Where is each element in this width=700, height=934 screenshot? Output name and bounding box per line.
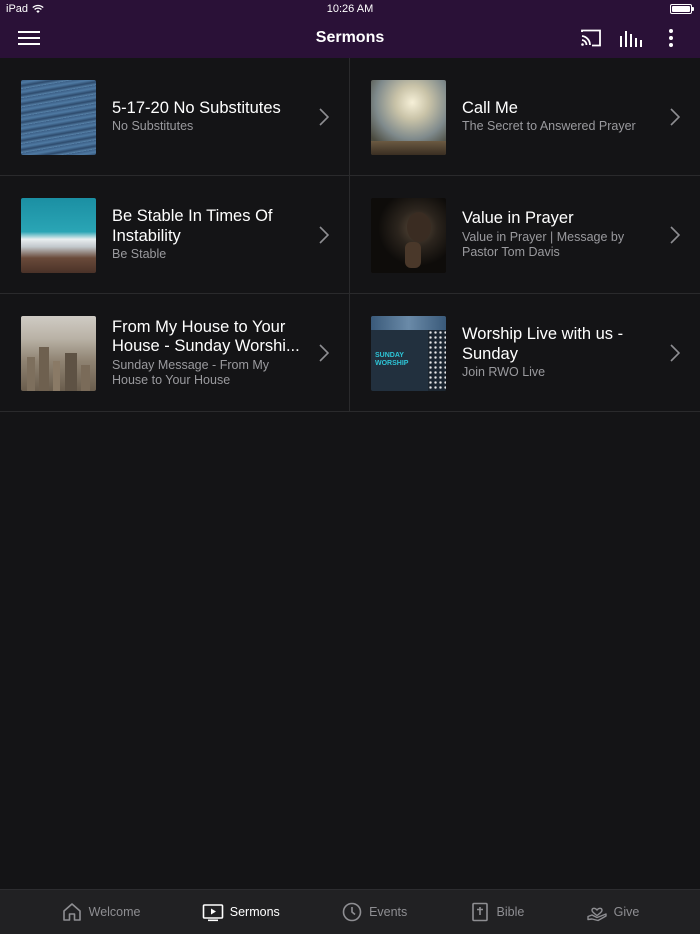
tab-bar: Welcome Sermons Events Bible Give — [0, 889, 700, 934]
sermon-thumbnail-praying — [371, 198, 446, 273]
thumbnail-caption: SUNDAY WORSHIP — [375, 352, 409, 367]
sermon-title: From My House to Your House - Sunday Wor… — [112, 317, 300, 356]
sermon-title: Worship Live with us - Sunday — [462, 325, 624, 363]
tab-bible[interactable]: Bible — [469, 901, 525, 923]
chevron-right-icon — [670, 226, 680, 244]
tab-label: Welcome — [88, 905, 141, 919]
sermon-title: Be Stable In Times Of Instability — [112, 207, 273, 245]
sermon-subtitle: No Substitutes — [112, 119, 194, 134]
sermon-title: Call Me — [462, 98, 518, 117]
chevron-right-icon — [319, 344, 329, 362]
sermon-title: Value in Prayer — [462, 209, 574, 228]
battery-icon — [670, 4, 694, 14]
sermon-subtitle: Be Stable — [112, 247, 167, 261]
tab-label: Give — [613, 905, 640, 919]
chevron-right-icon — [670, 344, 680, 362]
tab-label: Sermons — [229, 905, 280, 919]
status-time: 10:26 AM — [326, 3, 374, 15]
sermon-thumbnail-sky — [371, 80, 446, 155]
sermon-item[interactable]: From My House to Your House - Sunday Wor… — [0, 294, 350, 412]
sermon-grid: 5-17-20 No Substitutes No Substitutes Ca… — [0, 58, 700, 412]
clock-icon — [342, 902, 362, 922]
status-bar: iPad 10:26 AM — [0, 0, 700, 18]
sermon-item[interactable]: Value in Prayer Value in Prayer | Messag… — [350, 176, 700, 294]
tab-events[interactable]: Events — [341, 901, 407, 923]
sermon-item[interactable]: Be Stable In Times Of Instability Be Sta… — [0, 176, 350, 294]
chevron-right-icon — [670, 108, 680, 126]
sermon-title: 5-17-20 No Substitutes — [112, 98, 281, 117]
tab-give[interactable]: Give — [586, 901, 640, 923]
home-icon — [62, 903, 81, 921]
audio-bars-icon[interactable] — [619, 28, 643, 48]
sermon-thumbnail-water — [21, 80, 96, 155]
sermon-item[interactable]: 5-17-20 No Substitutes No Substitutes — [0, 58, 350, 176]
sermon-item[interactable]: Call Me The Secret to Answered Prayer — [350, 58, 700, 176]
chevron-right-icon — [319, 226, 329, 244]
nav-bar: Sermons — [0, 18, 700, 58]
more-options-icon[interactable] — [661, 28, 681, 48]
video-icon — [202, 904, 224, 922]
sermon-subtitle: Join RWO Live — [462, 365, 546, 379]
sermon-subtitle: The Secret to Answered Prayer — [462, 119, 636, 134]
cast-icon[interactable] — [580, 28, 602, 48]
sermon-thumbnail-mountains — [21, 198, 96, 273]
bible-icon — [471, 902, 488, 922]
sermon-subtitle: Sunday Message - From My House to Your H… — [112, 357, 269, 387]
tab-sermons[interactable]: Sermons — [202, 901, 280, 923]
sermon-thumbnail-sunday-worship: SUNDAY WORSHIP — [371, 316, 446, 391]
sermon-thumbnail-city — [21, 316, 96, 391]
tab-label: Bible — [496, 905, 525, 919]
sermon-subtitle: Value in Prayer | Message by Pastor Tom … — [462, 229, 625, 259]
sermon-item[interactable]: SUNDAY WORSHIP Worship Live with us - Su… — [350, 294, 700, 412]
tab-label: Events — [369, 905, 408, 919]
chevron-right-icon — [319, 108, 329, 126]
give-icon — [586, 907, 607, 922]
tab-welcome[interactable]: Welcome — [61, 901, 141, 923]
